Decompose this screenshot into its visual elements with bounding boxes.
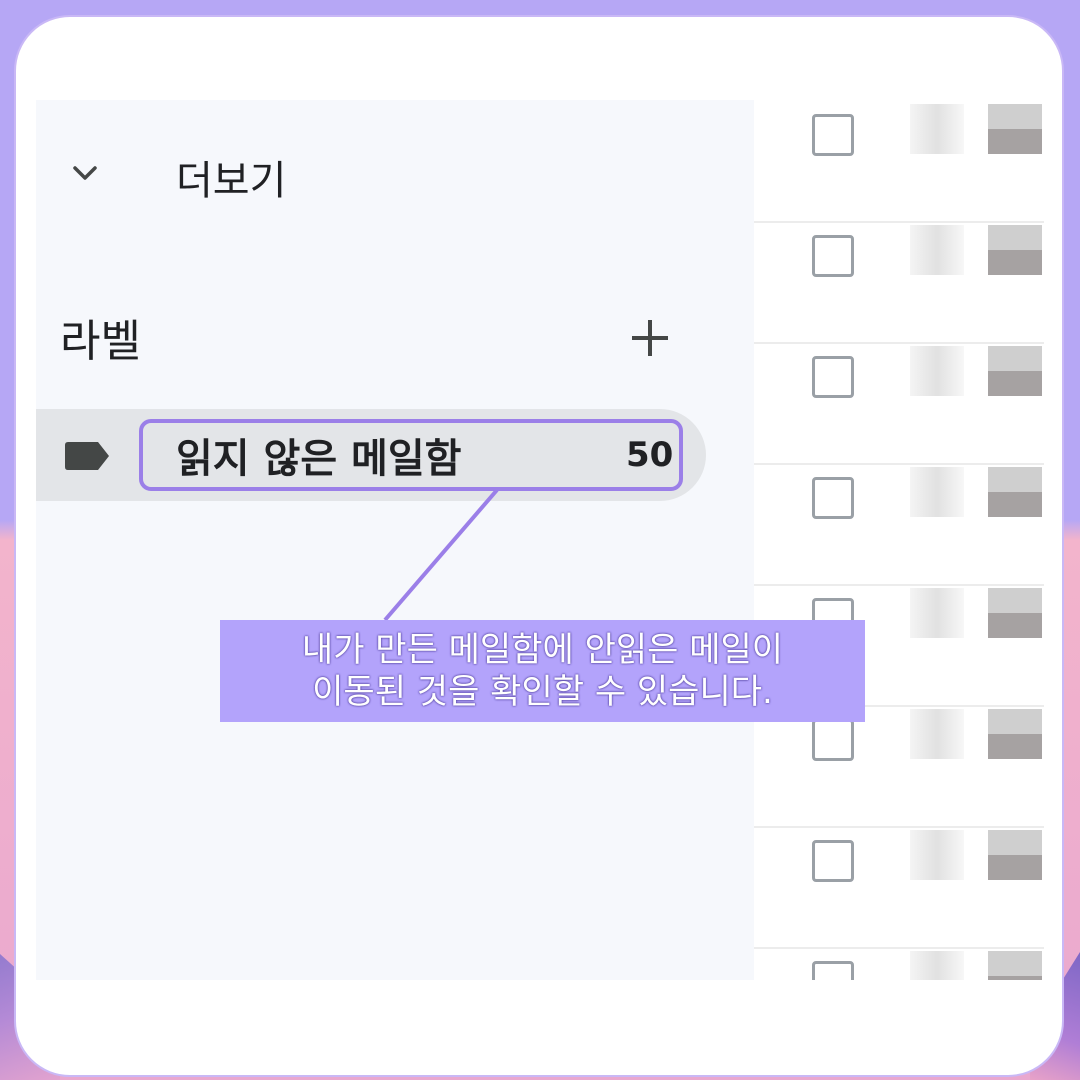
- blurred-sender: [910, 346, 964, 396]
- list-item[interactable]: [754, 342, 1044, 465]
- blurred-sender: [910, 588, 964, 638]
- callout-box: 내가 만든 메일함에 안읽은 메일이 이동된 것을 확인할 수 있습니다.: [220, 620, 865, 722]
- checkbox-icon[interactable]: [812, 840, 854, 882]
- checkbox-icon[interactable]: [812, 356, 854, 398]
- blurred-avatar: [988, 104, 1042, 154]
- checkbox-icon[interactable]: [812, 961, 854, 980]
- blurred-sender: [910, 951, 964, 980]
- blurred-sender: [910, 709, 964, 759]
- callout-line-2: 이동된 것을 확인할 수 있습니다.: [312, 672, 773, 712]
- checkbox-icon[interactable]: [812, 477, 854, 519]
- chevron-down-icon: [73, 166, 97, 180]
- callout-line-1: 내가 만든 메일함에 안읽은 메일이: [301, 630, 784, 670]
- list-item[interactable]: [754, 947, 1044, 980]
- sidebar: 더보기 라벨 읽지 않은 메일함 50: [36, 100, 754, 980]
- checkbox-icon[interactable]: [812, 114, 854, 156]
- blurred-avatar: [988, 588, 1042, 638]
- list-item[interactable]: [754, 826, 1044, 949]
- list-item[interactable]: [754, 705, 1044, 828]
- list-item[interactable]: [754, 100, 1044, 223]
- gmail-screenshot: 더보기 라벨 읽지 않은 메일함 50: [36, 100, 1044, 980]
- label-tag-icon: [65, 442, 109, 470]
- checkbox-icon[interactable]: [812, 719, 854, 761]
- blurred-sender: [910, 225, 964, 275]
- blurred-avatar: [988, 709, 1042, 759]
- blurred-sender: [910, 467, 964, 517]
- list-item[interactable]: [754, 221, 1044, 344]
- more-label: 더보기: [176, 158, 287, 204]
- checkbox-icon[interactable]: [812, 235, 854, 277]
- more-toggle[interactable]: 더보기: [36, 138, 754, 208]
- email-list: [754, 100, 1044, 980]
- blurred-sender: [910, 830, 964, 880]
- blurred-avatar: [988, 346, 1042, 396]
- blurred-sender: [910, 104, 964, 154]
- blurred-avatar: [988, 225, 1042, 275]
- blurred-avatar: [988, 467, 1042, 517]
- blurred-avatar: [988, 830, 1042, 880]
- list-item[interactable]: [754, 463, 1044, 586]
- highlight-box: [139, 419, 683, 491]
- labels-heading: 라벨: [60, 316, 141, 367]
- blurred-avatar: [988, 951, 1042, 980]
- plus-icon[interactable]: [628, 316, 672, 360]
